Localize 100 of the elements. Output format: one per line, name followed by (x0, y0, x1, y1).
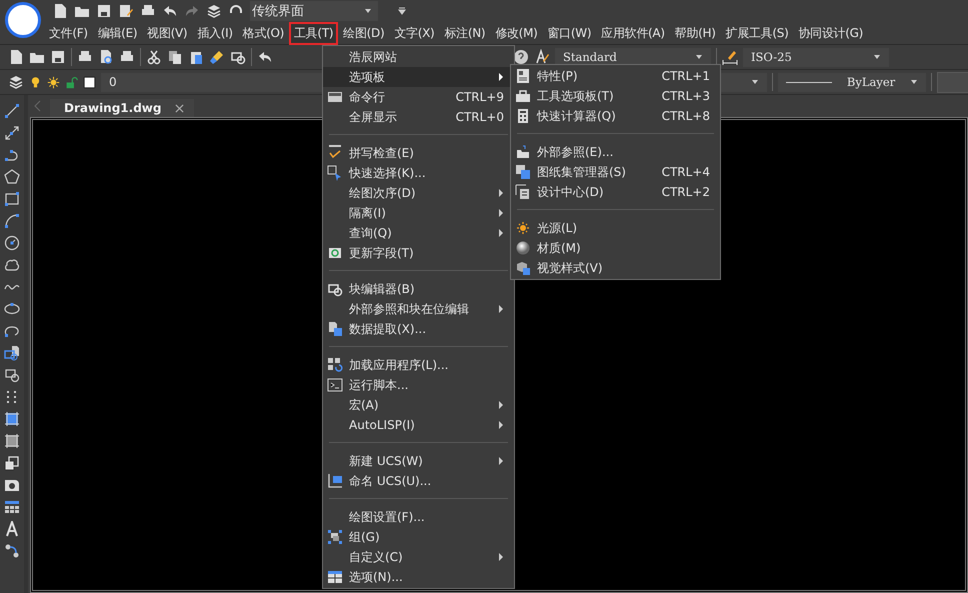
menu-bar-item[interactable]: 扩展工具(S) (720, 22, 794, 44)
menu-item[interactable]: 选项(N)... (323, 567, 514, 587)
menu-item-label: 选项(N)... (348, 568, 404, 586)
menu-item[interactable]: 命名 UCS(U)... (323, 471, 514, 491)
menu-item[interactable]: 光源(L) (511, 218, 720, 238)
menu-item[interactable]: 材质(M) (511, 238, 720, 258)
menu-item[interactable]: 设计中心(D) CTRL+2 (511, 182, 720, 202)
cloud-icon[interactable] (4, 257, 20, 273)
save-as-icon[interactable] (118, 3, 134, 19)
menu-item[interactable]: 加载应用程序(L)... (323, 355, 514, 375)
menu-bar-item[interactable]: 帮助(H) (670, 22, 721, 44)
options-icon (327, 569, 343, 585)
text-style-icon[interactable] (534, 49, 550, 65)
print-preview-icon[interactable] (98, 49, 114, 65)
padlock-icon[interactable] (65, 76, 78, 88)
menu-bar-item[interactable]: 窗口(W) (542, 22, 596, 44)
dimension-style-icon[interactable] (722, 49, 738, 65)
rectangle-icon[interactable] (4, 191, 20, 207)
construction-line-icon[interactable] (4, 125, 20, 141)
paste-icon[interactable] (188, 49, 204, 65)
wipeout-icon[interactable] (4, 477, 20, 493)
menu-item[interactable]: 隔离(I) (323, 203, 514, 223)
menu-item[interactable]: 工具选项板(T) CTRL+3 (511, 86, 720, 106)
menu-item[interactable]: 自定义(C) (323, 547, 514, 567)
menu-item[interactable]: 绘图次序(D) (323, 183, 514, 203)
menu-item[interactable]: 外部参照和块在位编辑 (323, 299, 514, 319)
menu-item[interactable]: 块编辑器(B) (323, 279, 514, 299)
menu-bar-item[interactable]: 绘图(D) (338, 22, 390, 44)
document-icon[interactable] (52, 3, 68, 19)
customize-caret-icon[interactable] (398, 7, 406, 15)
bulb-icon[interactable] (29, 76, 42, 88)
light-icon (515, 220, 531, 236)
gradient-icon[interactable] (4, 433, 20, 449)
data-extraction-icon (327, 321, 343, 337)
save-icon[interactable] (96, 3, 112, 19)
menu-bar-item[interactable]: 修改(M) (490, 22, 542, 44)
close-icon[interactable] (175, 104, 184, 112)
text-tool-icon[interactable] (4, 521, 20, 537)
menu-item[interactable]: 运行脚本... (323, 375, 514, 395)
menu-item[interactable]: 浩辰网站 (323, 47, 514, 67)
region-icon[interactable] (4, 455, 20, 471)
scissors-icon[interactable] (146, 49, 162, 65)
menu-item[interactable]: 组(G) (323, 527, 514, 547)
menu-bar-item[interactable]: 视图(V) (142, 22, 192, 44)
circle-icon[interactable] (4, 235, 20, 251)
menu-item[interactable]: 视觉样式(V) (511, 258, 720, 278)
arc-icon[interactable] (4, 213, 20, 229)
save-icon[interactable] (50, 49, 66, 65)
menu-bar-item[interactable]: 格式(O) (238, 22, 290, 44)
ellipse-icon[interactable] (4, 301, 20, 317)
menu-item[interactable]: 新建 UCS(W) (323, 451, 514, 471)
menu-item[interactable]: 更新字段(T) (323, 243, 514, 263)
document-icon[interactable] (8, 49, 24, 65)
move-icon[interactable] (4, 543, 20, 559)
menu-item[interactable]: 快速计算器(Q) CTRL+8 (511, 106, 720, 126)
menu-item[interactable]: AutoLISP(I) (323, 415, 514, 435)
help-icon[interactable] (513, 49, 529, 65)
menu-item[interactable]: 快速选择(K)... (323, 163, 514, 183)
menu-item[interactable]: 全屏显示 CTRL+0 (323, 107, 514, 127)
document-tab[interactable]: Drawing1.dwg (50, 99, 194, 117)
menu-item[interactable]: 数据提取(X)... (323, 319, 514, 339)
menu-item[interactable]: 查询(Q) (323, 223, 514, 243)
menu-item[interactable]: 特性(P) CTRL+1 (511, 66, 720, 86)
menu-bar-item[interactable]: 标注(N) (439, 22, 490, 44)
layers-icon[interactable] (8, 74, 24, 90)
menu-bar-item[interactable]: 文字(X) (389, 22, 440, 44)
menu-item[interactable]: 图纸集管理器(S) CTRL+4 (511, 162, 720, 182)
menu-item[interactable]: 拼写检查(E) (323, 143, 514, 163)
copy-icon[interactable] (167, 49, 183, 65)
menu-item[interactable]: 宏(A) (323, 395, 514, 415)
brush-icon[interactable] (209, 49, 225, 65)
caret-icon (695, 53, 703, 61)
insert-block-icon[interactable] (4, 345, 20, 361)
hatch-icon[interactable] (4, 411, 20, 427)
line-icon[interactable] (4, 103, 20, 119)
dimension-style-dropdown[interactable]: ISO-25 (743, 48, 889, 66)
menu-item-label: 隔离(I) (348, 204, 387, 222)
make-block-icon[interactable] (4, 367, 20, 383)
menu-bar-item[interactable]: 协同设计(G) (794, 22, 868, 44)
menu-bar-item[interactable]: 应用软件(A) (596, 22, 670, 44)
menu-item[interactable]: 绘图设置(F)... (323, 507, 514, 527)
table-icon[interactable] (4, 499, 20, 515)
menu-item-label: 块编辑器(B) (348, 280, 416, 298)
menu-item[interactable]: 命令行 CTRL+9 (323, 87, 514, 107)
app-logo[interactable] (5, 2, 41, 38)
menu-bar-item[interactable]: 工具(T) (289, 22, 338, 44)
polyline-icon[interactable] (4, 147, 20, 163)
menu-bar-item[interactable]: 编辑(E) (92, 22, 142, 44)
menu-item[interactable]: 外部参照(E)... (511, 142, 720, 162)
shortcut-label: CTRL+9 (456, 90, 504, 104)
workspace-dropdown[interactable]: 传统界面 (250, 1, 378, 21)
properties-icon (515, 68, 531, 84)
layers-icon[interactable] (206, 3, 222, 19)
linetype-dropdown[interactable]: ByLayer (778, 72, 926, 92)
shortcut-label: CTRL+1 (662, 69, 710, 83)
menu-bar-item[interactable]: 插入(I) (192, 22, 238, 44)
menu-bar-item[interactable]: 文件(F) (44, 22, 93, 44)
sun-icon[interactable] (47, 76, 60, 88)
menu-item-label: 命令行 (348, 88, 386, 106)
pentagon-icon[interactable] (4, 169, 20, 185)
